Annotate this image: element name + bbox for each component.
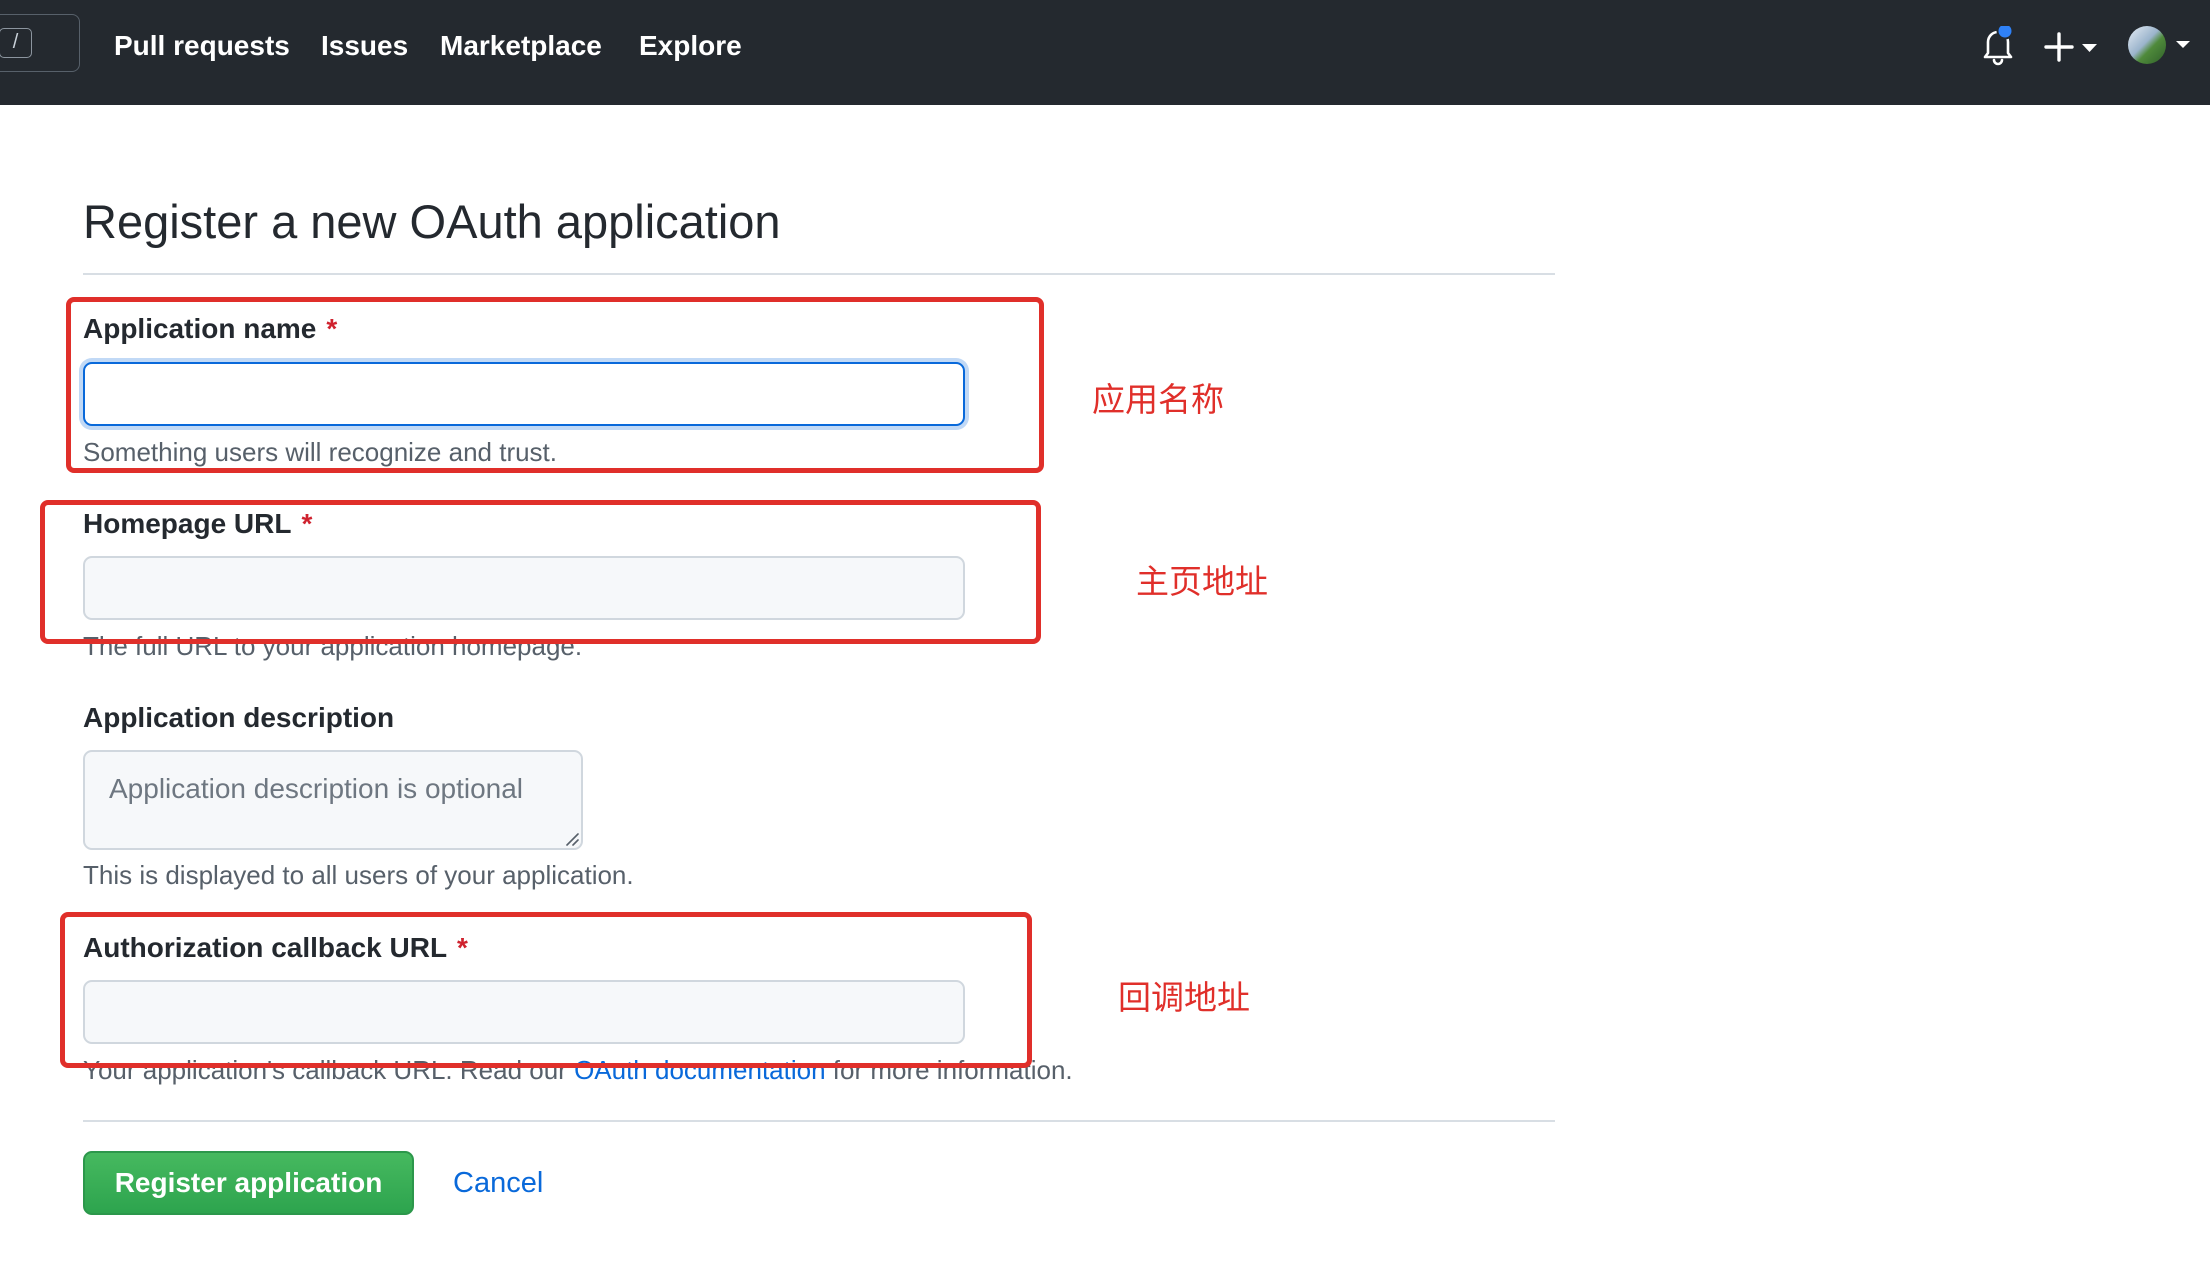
bell-icon [1983,22,2014,66]
annotation-label-app-name: 应用名称 [1092,381,1224,418]
nav-issues[interactable]: Issues [321,27,408,65]
nav-explore[interactable]: Explore [639,27,742,65]
callback-hint-text: Your application's callback URL. Read ou… [83,1055,575,1085]
notification-dot [1996,22,2014,40]
app-description-textarea[interactable] [83,750,583,850]
callback-hint-suffix: for more information. [825,1055,1073,1085]
oauth-documentation-link[interactable]: OAuth documentation [574,1055,826,1085]
homepage-url-input[interactable] [83,556,965,620]
avatar [2128,26,2166,64]
app-name-label-text: Application name [83,313,317,344]
homepage-url-label-text: Homepage URL [83,508,292,539]
app-name-input[interactable] [83,362,965,426]
required-mark: * [301,508,313,539]
app-description-label: Application description [83,702,395,733]
app-name-hint: Something users will recognize and trust… [83,437,558,467]
homepage-url-hint: The full URL to your application homepag… [83,631,583,661]
callback-url-input[interactable] [83,980,965,1044]
cancel-link[interactable]: Cancel [453,1164,543,1202]
callback-url-hint: Your application's callback URL. Read ou… [83,1053,1073,1087]
homepage-url-label: Homepage URL * [83,506,312,542]
callback-url-label-text: Authorization callback URL [83,932,448,963]
title-divider [83,273,1555,275]
callback-url-label: Authorization callback URL * [83,930,468,966]
plus-icon [2044,32,2097,62]
search-shortcut-key: / [0,28,32,58]
create-new-button[interactable] [2044,30,2102,64]
top-navigation-bar: / Pull requests Issues Marketplace Explo… [0,0,2210,105]
app-description-hint: This is displayed to all users of your a… [83,860,634,890]
form-divider [83,1120,1555,1122]
annotation-label-callback: 回调地址 [1118,979,1250,1016]
annotation-label-homepage: 主页地址 [1136,563,1268,600]
required-mark: * [457,932,468,963]
required-mark: * [326,313,338,344]
register-application-button[interactable]: Register application [83,1151,414,1215]
caret-down-icon [2176,41,2190,48]
notifications-button[interactable] [1980,22,2016,66]
nav-pull-requests[interactable]: Pull requests [114,27,290,65]
caret-down-icon [2082,44,2097,52]
user-menu-button[interactable] [2128,24,2210,68]
nav-marketplace[interactable]: Marketplace [440,27,602,65]
app-name-label: Application name * [83,311,337,347]
resize-grip-icon[interactable] [563,830,579,846]
page-title: Register a new OAuth application [83,195,781,248]
search-box[interactable]: / [0,14,80,72]
